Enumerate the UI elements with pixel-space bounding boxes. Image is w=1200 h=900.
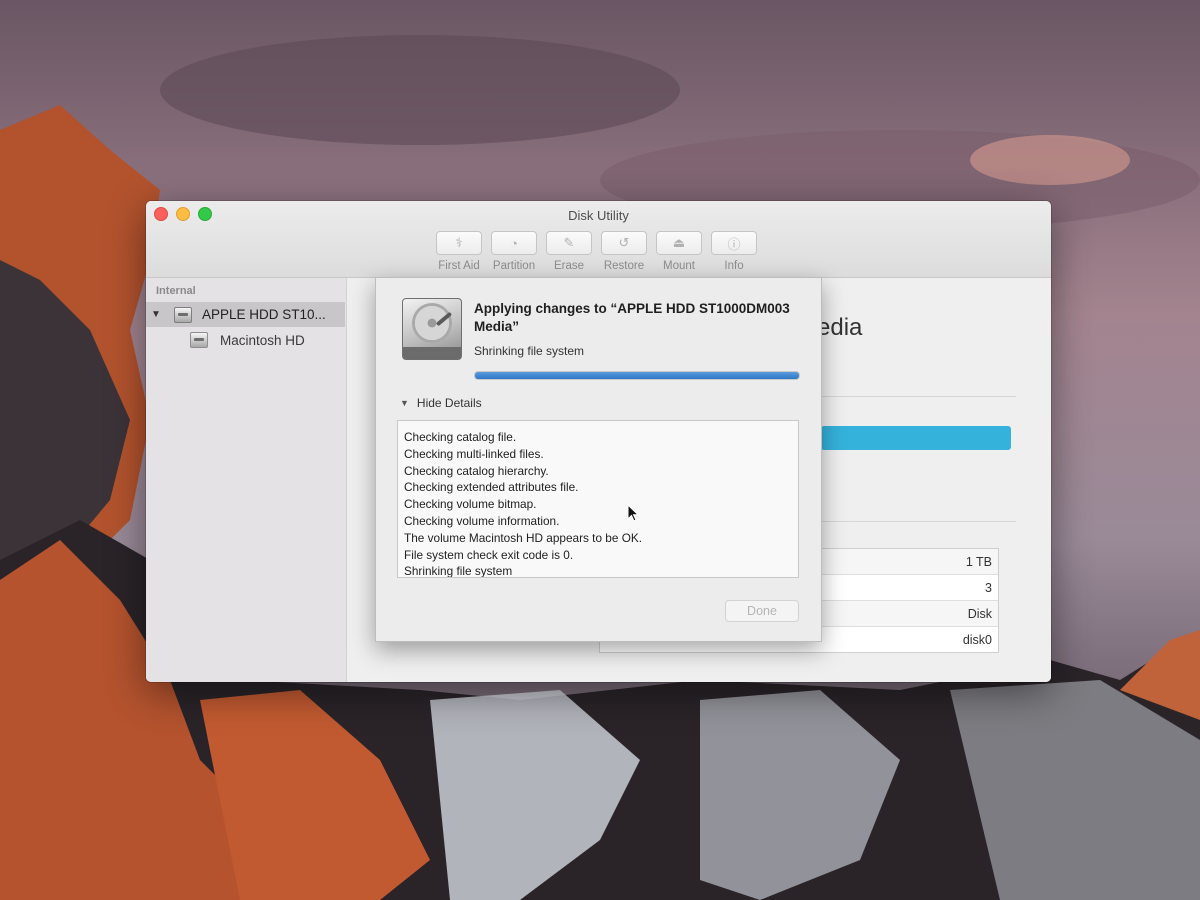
toolbar-erase[interactable]: ✎ Erase bbox=[546, 231, 592, 272]
log-line: Checking multi-linked files. bbox=[404, 446, 544, 461]
progress-fill bbox=[475, 372, 799, 379]
details-toggle-label: Hide Details bbox=[416, 396, 482, 410]
toolbar-restore[interactable]: ↺ Restore bbox=[601, 231, 647, 272]
restore-icon[interactable]: ↺ bbox=[601, 231, 647, 255]
sidebar-item-label: Macintosh HD bbox=[220, 332, 305, 348]
log-line: Checking catalog hierarchy. bbox=[404, 463, 549, 478]
first-aid-icon[interactable]: ⚕ bbox=[436, 231, 482, 255]
operation-status: Shrinking file system bbox=[474, 344, 585, 358]
toolbar: ⚕ First Aid ◔ Partition ✎ Erase ↺ Restor… bbox=[436, 231, 757, 272]
log-line: Checking extended attributes file. bbox=[404, 480, 579, 495]
details-log[interactable]: Checking catalog file. Checking multi-li… bbox=[397, 420, 799, 578]
mouse-pointer-icon bbox=[627, 504, 639, 522]
log-line: Checking volume information. bbox=[404, 513, 560, 528]
hide-details-toggle[interactable]: ▼ Hide Details bbox=[400, 396, 482, 410]
title-bar: Disk Utility ⚕ First Aid ◔ Partition ✎ E… bbox=[146, 201, 1051, 278]
partition-progress-sheet: Applying changes to “APPLE HDD ST1000DM0… bbox=[375, 277, 822, 642]
sidebar-item-volume[interactable]: Macintosh HD bbox=[180, 332, 305, 348]
window-title: Disk Utility bbox=[568, 208, 629, 223]
divider bbox=[807, 521, 1016, 522]
toolbar-partition[interactable]: ◔ Partition bbox=[491, 231, 537, 272]
partition-icon[interactable]: ◔ bbox=[491, 231, 537, 255]
log-line: The volume Macintosh HD appears to be OK… bbox=[404, 530, 643, 545]
progress-bar bbox=[474, 371, 800, 380]
mount-icon[interactable]: ⏏ bbox=[656, 231, 702, 255]
disk-title: edia bbox=[817, 314, 863, 341]
disclosure-triangle-icon[interactable]: ▼ bbox=[148, 309, 164, 320]
log-line: Checking catalog file. bbox=[404, 430, 517, 444]
toolbar-info[interactable]: ⓘ Info bbox=[711, 231, 757, 272]
log-line-clipped bbox=[398, 421, 798, 429]
usage-bar bbox=[821, 426, 1011, 450]
log-line: Checking volume bitmap. bbox=[404, 497, 537, 512]
sidebar-item-label: APPLE HDD ST10... bbox=[202, 307, 326, 322]
sidebar-item-disk[interactable]: ▼ APPLE HDD ST10... bbox=[146, 302, 345, 327]
divider bbox=[807, 396, 1016, 397]
info-icon[interactable]: ⓘ bbox=[711, 231, 757, 255]
log-line: Shrinking file system bbox=[404, 564, 513, 578]
toolbar-mount[interactable]: ⏏ Mount bbox=[656, 231, 702, 272]
volume-icon bbox=[190, 332, 208, 348]
hard-drive-icon bbox=[402, 298, 462, 360]
hard-disk-icon bbox=[174, 306, 192, 323]
toolbar-label: Info bbox=[724, 260, 744, 272]
done-button[interactable]: Done bbox=[725, 600, 799, 622]
disclosure-triangle-icon[interactable]: ▼ bbox=[400, 398, 409, 408]
sheet-title: Applying changes to “APPLE HDD ST1000DM0… bbox=[474, 301, 790, 334]
sidebar-section-internal: Internal bbox=[156, 285, 196, 297]
log-line: File system check exit code is 0. bbox=[404, 547, 574, 562]
sidebar: Internal ▼ APPLE HDD ST10... Macintosh H… bbox=[146, 278, 347, 682]
erase-icon[interactable]: ✎ bbox=[546, 231, 592, 255]
toolbar-first-aid[interactable]: ⚕ First Aid bbox=[436, 231, 482, 272]
